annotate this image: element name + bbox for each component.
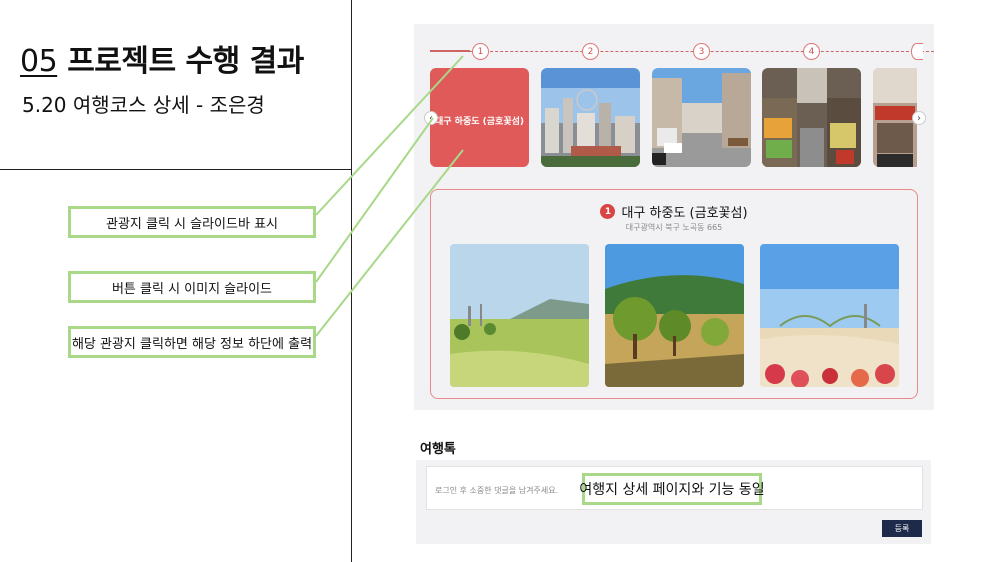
thumb-street[interactable] (652, 68, 751, 167)
place-detail-panel: 1 대구 하중도 (금호꽃섬) 대구광역시 북구 노곡동 665 (430, 189, 918, 399)
course-detail-mockup: 1 2 3 4 대구 하중도 (금호꽃섬) ‹ › 1 대구 하중도 (금호꽃섬… (414, 24, 934, 410)
divider-horizontal (0, 169, 352, 170)
city-image (541, 68, 640, 167)
callout-slider-bar: 관광지 클릭 시 슬라이드바 표시 (68, 206, 316, 238)
callout-detail-info: 해당 관광지 클릭하면 해당 정보 하단에 출력 (68, 326, 316, 358)
thumb-market[interactable] (762, 68, 861, 167)
place-badge: 1 (600, 204, 616, 219)
step-5-partial[interactable] (911, 43, 923, 60)
market-image (762, 68, 861, 167)
thumb-caption: 대구 하중도 (금호꽃섬) (434, 117, 524, 127)
slide-number: 05 (20, 44, 58, 79)
place-photo-3[interactable] (760, 244, 899, 387)
step-2[interactable]: 2 (582, 43, 599, 60)
thumb-city[interactable] (541, 68, 640, 167)
place-name: 대구 하중도 (금호꽃섬) (621, 206, 748, 221)
park-trees-image (605, 244, 744, 387)
submit-comment-button[interactable]: 등록 (882, 520, 922, 537)
thumb-selected[interactable]: 대구 하중도 (금호꽃섬) (430, 68, 529, 167)
next-icon[interactable]: › (912, 111, 926, 125)
callout-image-slide: 버튼 클릭 시 이미지 슬라이드 (68, 271, 316, 303)
place-photo-2[interactable] (605, 244, 744, 387)
place-photo-1[interactable] (450, 244, 589, 387)
step-4[interactable]: 4 (803, 43, 820, 60)
step-1[interactable]: 1 (472, 43, 489, 60)
place-address: 대구광역시 북구 노곡동 665 (625, 223, 723, 232)
thumb-partial[interactable] (873, 68, 917, 167)
step-track (430, 51, 934, 52)
comment-placeholder: 로그인 후 소중한 댓글을 남겨주세요. (435, 486, 559, 495)
step-track-progress (430, 50, 470, 52)
prev-icon[interactable]: ‹ (424, 111, 438, 125)
slide-title-text: 프로젝트 수행 결과 (67, 44, 304, 79)
step-3[interactable]: 3 (693, 43, 710, 60)
comments-section-title: 여행톡 (420, 442, 456, 457)
shop-image (873, 68, 917, 167)
park-field-image (450, 244, 589, 387)
flower-field-image (760, 244, 899, 387)
callout-same-feature: 여행지 상세 페이지와 기능 동일 (579, 473, 765, 505)
street-image (652, 68, 751, 167)
divider-vertical (351, 0, 352, 562)
place-title: 1 대구 하중도 (금호꽃섬) (431, 202, 917, 221)
slide-subtitle: 5.20 여행코스 상세 - 조은경 (22, 93, 265, 117)
slide-title: 05 프로젝트 수행 결과 (20, 36, 304, 80)
